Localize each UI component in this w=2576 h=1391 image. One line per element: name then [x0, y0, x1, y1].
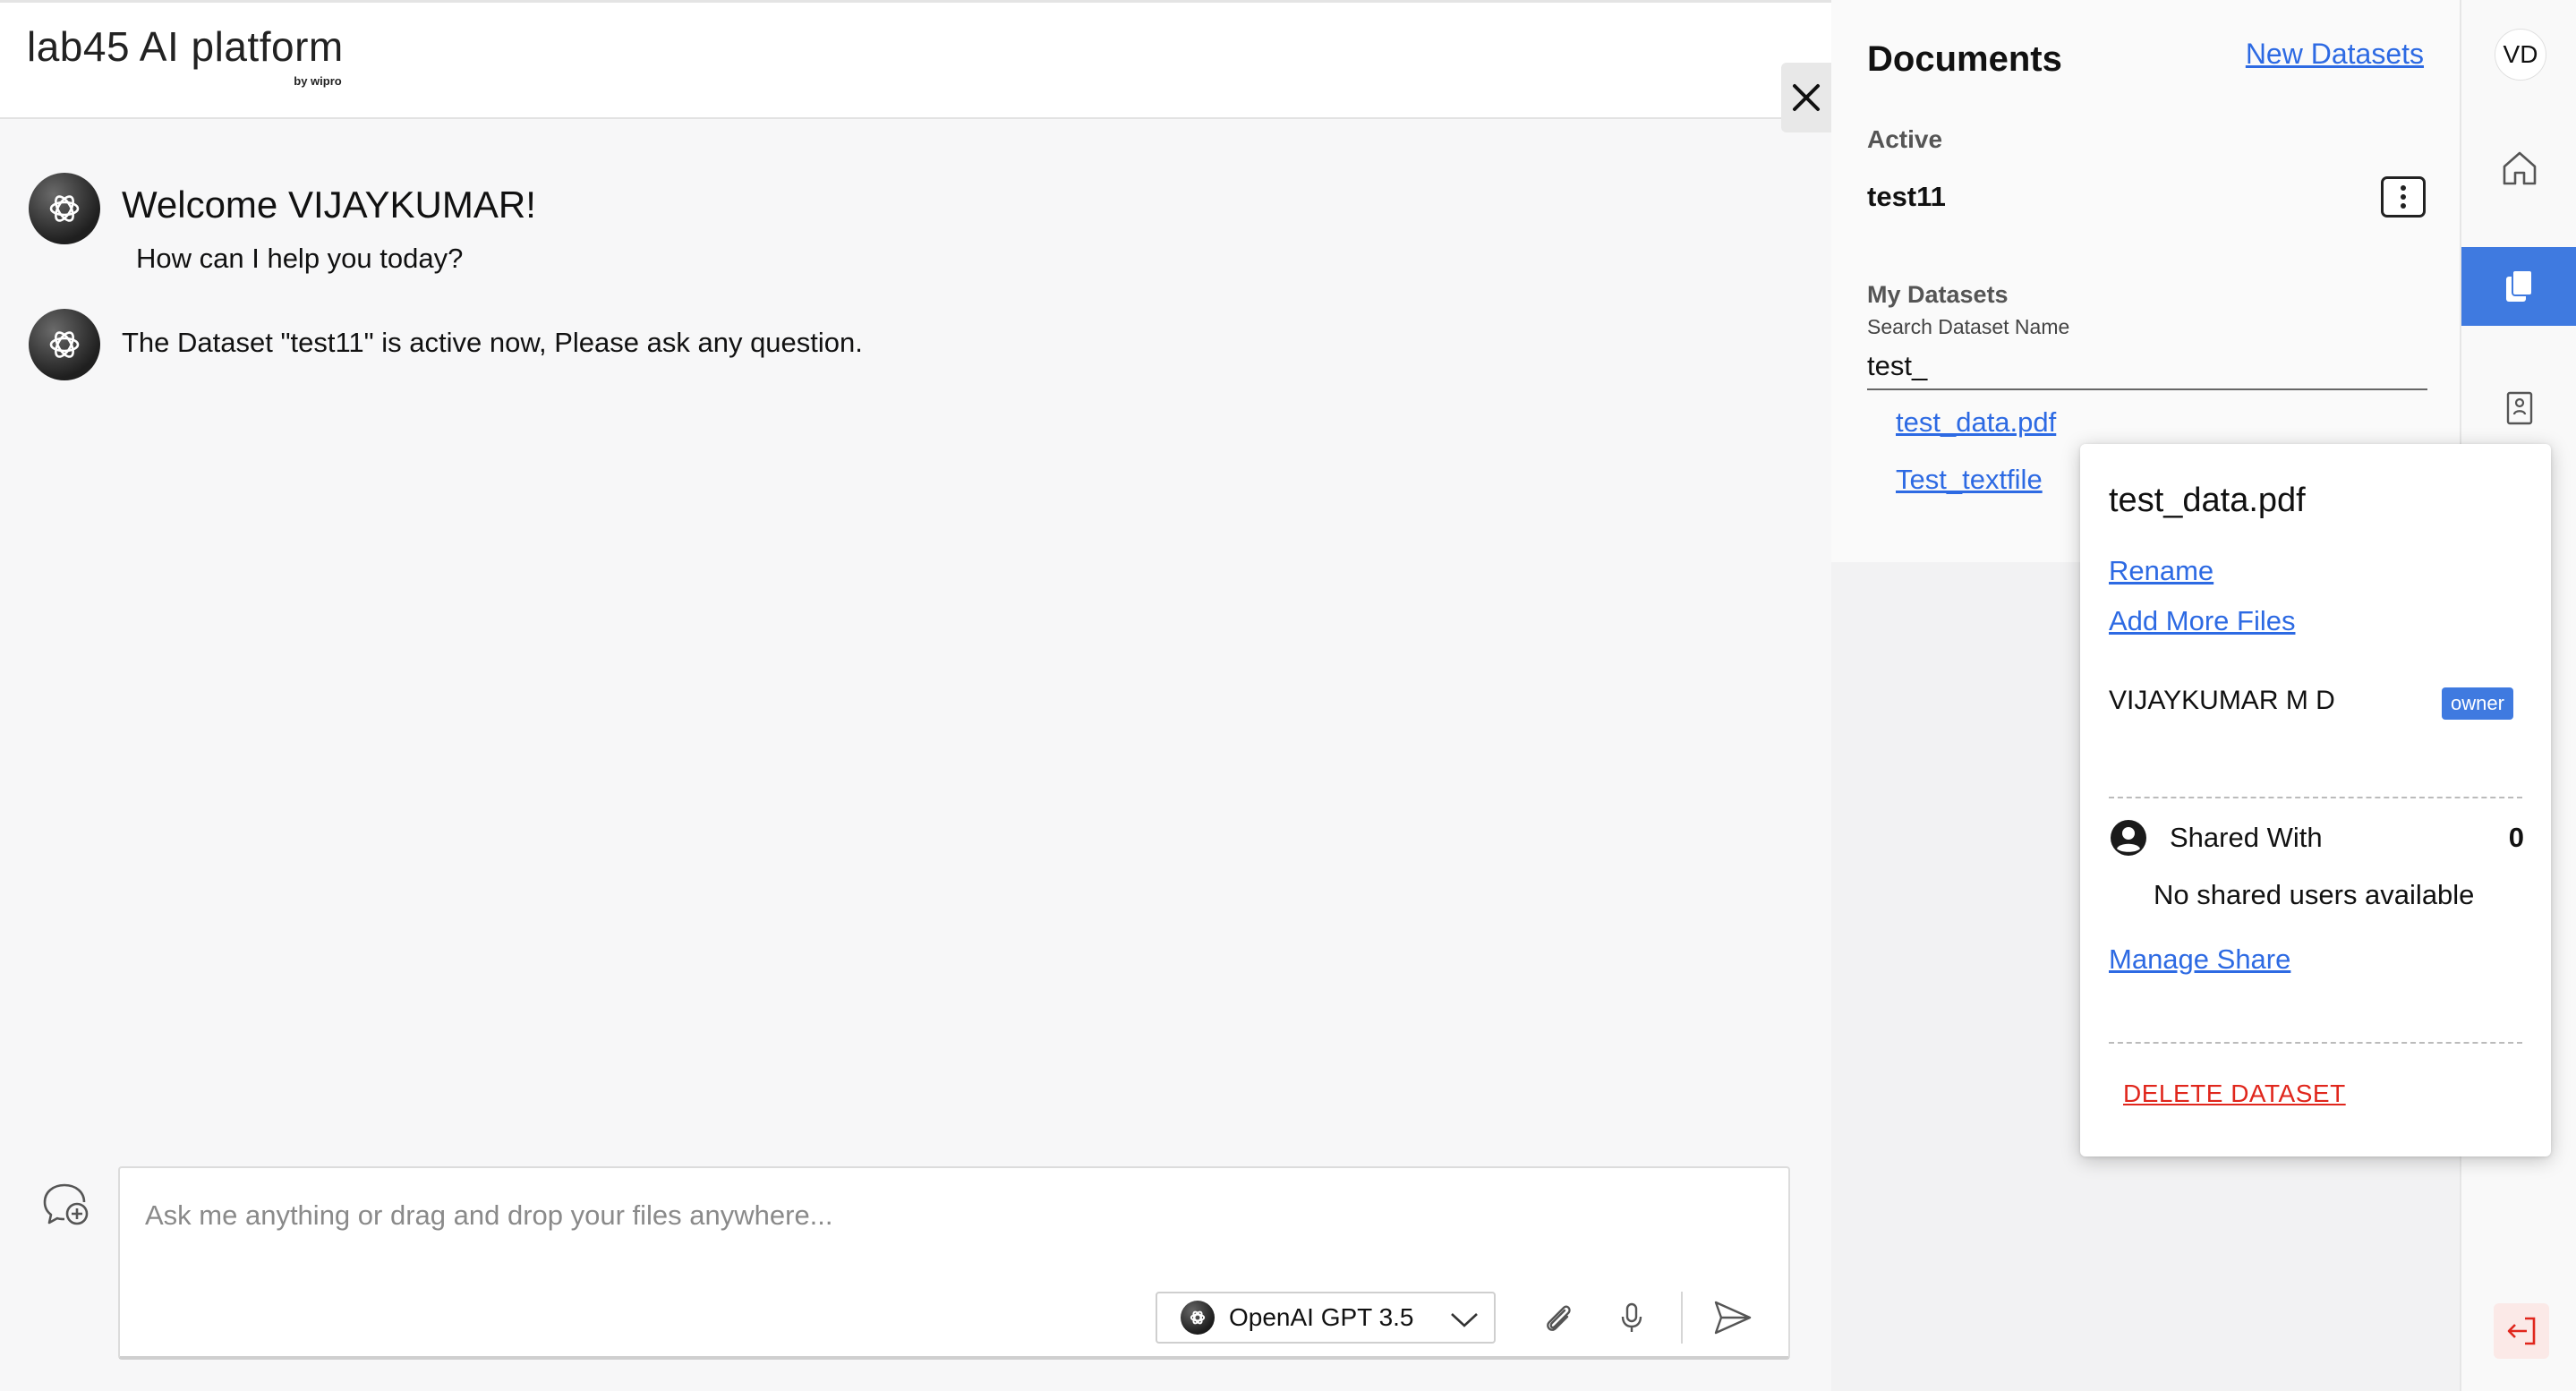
logout-button[interactable] — [2494, 1303, 2549, 1359]
new-chat-button[interactable] — [39, 1178, 93, 1232]
person-badge-icon — [2506, 391, 2533, 425]
chat-area: lab45 AI platform by wipro Welcome VIJAY… — [0, 0, 1831, 1391]
documents-icon — [2506, 269, 2533, 302]
divider — [2109, 797, 2522, 798]
attach-button[interactable] — [1536, 1295, 1581, 1340]
ai-avatar — [29, 173, 100, 244]
chat-input[interactable] — [145, 1193, 1756, 1238]
send-button[interactable] — [1706, 1295, 1760, 1340]
active-label: Active — [1867, 125, 1943, 153]
rail-documents-button[interactable] — [2461, 247, 2576, 326]
model-select[interactable]: OpenAI GPT 3.5 — [1156, 1292, 1496, 1344]
new-datasets-link[interactable]: New Datasets — [2246, 38, 2424, 71]
brand-sub: by wipro — [294, 74, 342, 88]
rename-link[interactable]: Rename — [2109, 555, 2213, 587]
chevron-down-icon — [1451, 1313, 1478, 1327]
close-icon — [1793, 84, 1820, 111]
model-label: OpenAI GPT 3.5 — [1229, 1303, 1414, 1331]
help-text: How can I help you today? — [136, 243, 464, 274]
ai-avatar — [29, 309, 100, 380]
owner-name: VIJAYKUMAR M D — [2109, 686, 2335, 715]
no-shared-users-text: No shared users available — [2154, 879, 2475, 910]
account-circle-icon — [2111, 820, 2146, 856]
send-icon — [1714, 1301, 1752, 1335]
chat-add-icon — [43, 1183, 89, 1225]
rail-profile-button[interactable] — [2461, 369, 2576, 448]
openai-logo-icon — [49, 195, 80, 222]
shared-with-label: Shared With — [2170, 822, 2323, 853]
divider — [2109, 1042, 2522, 1044]
active-dataset-name: test11 — [1867, 181, 1946, 212]
openai-logo-icon — [1181, 1301, 1215, 1335]
delete-dataset-link[interactable]: DELETE DATASET — [2123, 1080, 2346, 1108]
documents-title: Documents — [1867, 39, 2062, 79]
welcome-heading: Welcome VIJAYKUMAR! — [122, 183, 536, 226]
dataset-options-popover: test_data.pdf Rename Add More Files VIJA… — [2080, 444, 2551, 1156]
logout-icon — [2507, 1317, 2536, 1345]
close-panel-button[interactable] — [1781, 63, 1831, 132]
shared-with-count: 0 — [2508, 822, 2524, 853]
microphone-button[interactable] — [1609, 1295, 1654, 1340]
manage-share-link[interactable]: Manage Share — [2109, 943, 2290, 976]
add-more-files-link[interactable]: Add More Files — [2109, 605, 2295, 637]
app-header: lab45 AI platform by wipro — [0, 0, 1831, 119]
my-datasets-label: My Datasets — [1867, 281, 2009, 308]
home-icon — [2503, 151, 2537, 185]
brand-name: lab45 AI platform — [27, 23, 344, 70]
dataset-message-text: The Dataset "test11" is active now, Plea… — [122, 327, 863, 358]
dataset-item[interactable]: Test_textfile — [1896, 464, 2043, 496]
owner-badge: owner — [2442, 687, 2513, 720]
dataset-options-button[interactable] — [2381, 176, 2426, 218]
search-dataset-input[interactable] — [1867, 344, 2427, 390]
toolbar-divider — [1681, 1292, 1683, 1344]
popover-title: test_data.pdf — [2109, 482, 2306, 519]
paperclip-icon — [1547, 1305, 1571, 1331]
search-dataset-label: Search Dataset Name — [1867, 315, 2070, 338]
brand-logo[interactable]: lab45 AI platform by wipro — [27, 22, 344, 88]
more-vertical-icon — [2401, 185, 2406, 209]
user-avatar[interactable]: VD — [2495, 29, 2546, 81]
openai-logo-icon — [49, 331, 80, 358]
rail-home-button[interactable] — [2461, 129, 2576, 208]
chat-composer: OpenAI GPT 3.5 — [118, 1166, 1790, 1360]
microphone-icon — [1621, 1302, 1642, 1332]
dataset-item[interactable]: test_data.pdf — [1896, 406, 2056, 439]
